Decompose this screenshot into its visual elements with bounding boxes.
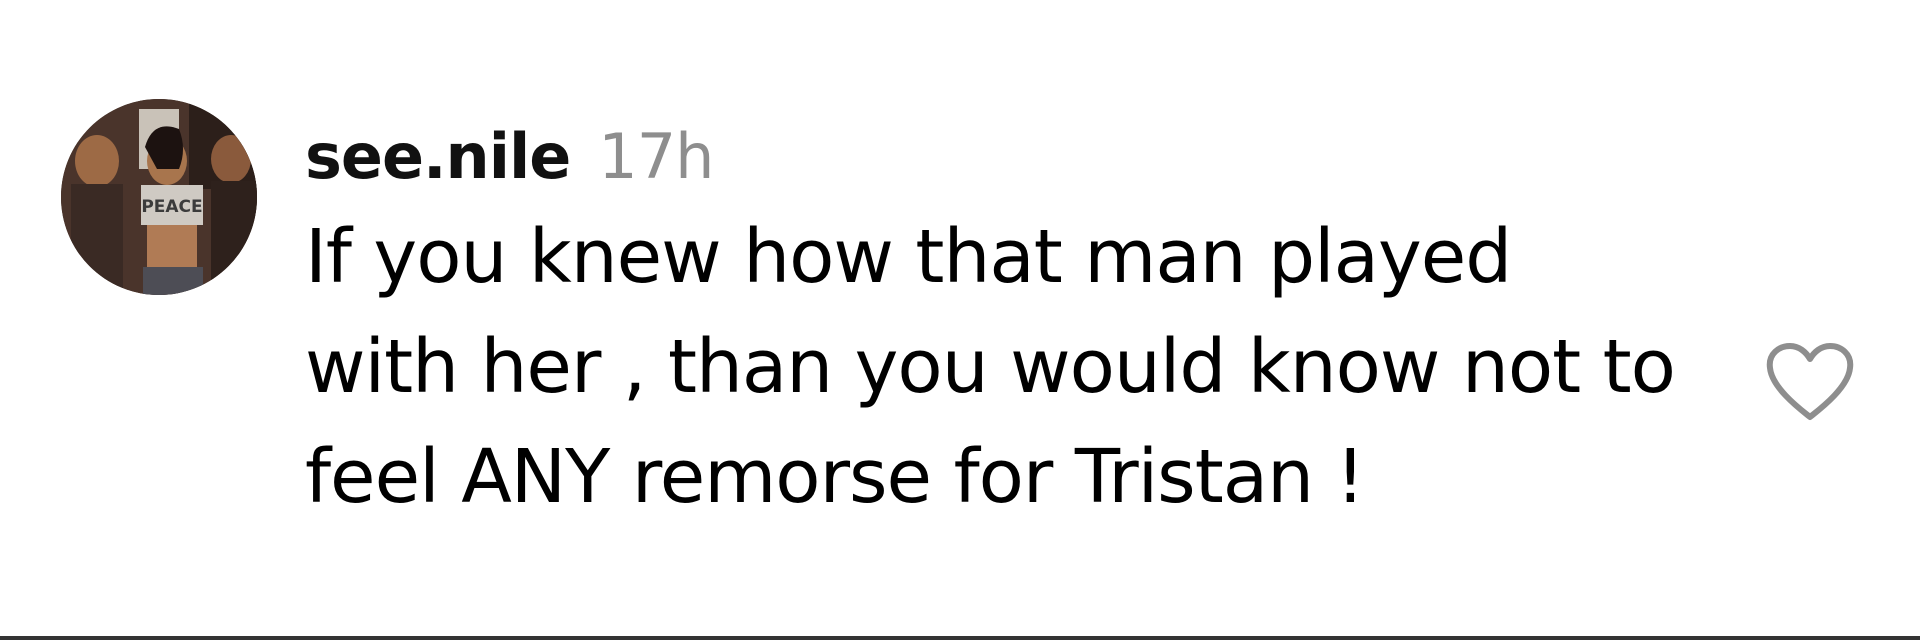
comment-timestamp[interactable]: 17h: [598, 120, 714, 193]
like-button[interactable]: [1762, 339, 1858, 425]
username-link[interactable]: see.nile: [305, 120, 571, 193]
comment-item: PEACE see.nile 17h If you knew how that …: [0, 0, 1920, 640]
comment-text: If you knew how that man played with her…: [305, 214, 1676, 520]
avatar-image: PEACE: [61, 99, 257, 295]
heart-outline-icon: [1766, 343, 1854, 420]
avatar[interactable]: PEACE: [61, 99, 257, 295]
avatar-shirt-text: PEACE: [141, 197, 202, 217]
bottom-divider: [0, 636, 1920, 640]
comment-meta: see.nile 17h: [305, 120, 1685, 202]
comment-body: see.nile 17h If you knew how that man pl…: [305, 120, 1685, 532]
